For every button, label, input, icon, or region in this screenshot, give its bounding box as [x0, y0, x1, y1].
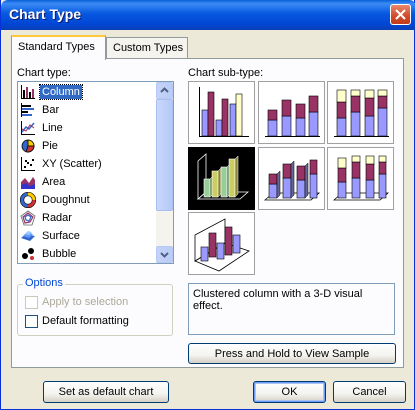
list-item-label: Area [42, 176, 66, 188]
title-bar[interactable]: Chart Type [1, 0, 415, 30]
ok-label: OK [281, 386, 298, 398]
cancel-label: Cancel [352, 386, 387, 398]
options-group [17, 284, 173, 336]
chart-type-dialog: Chart Type Standard Types Custom Types C… [0, 0, 415, 410]
list-item-pie[interactable]: Pie [18, 137, 156, 155]
view-sample-label: Press and Hold to View Sample [214, 347, 370, 360]
line-chart-icon [21, 121, 35, 135]
list-item-line[interactable]: Line [18, 119, 156, 137]
list-item-label: Surface [42, 230, 80, 242]
list-item-label: Bubble [42, 248, 77, 260]
subtype-3d-stacked-column[interactable] [258, 147, 325, 210]
surface-chart-icon [21, 231, 35, 241]
chart-subtype-label: Chart sub-type: [188, 67, 264, 79]
subtype-description-text: Clustered column with a 3-D visual effec… [193, 288, 363, 312]
list-item-area[interactable]: Area [18, 173, 156, 191]
window-title: Chart Type [9, 6, 82, 22]
list-item-label: Line [42, 122, 63, 134]
list-item-radar[interactable]: Radar [18, 209, 156, 227]
subtype-description: Clustered column with a 3-D visual effec… [188, 283, 395, 335]
chevron-down-icon [160, 252, 169, 258]
chevron-up-icon [160, 87, 169, 93]
subtype-clustered-column[interactable] [188, 81, 255, 144]
radar-chart-icon [20, 210, 36, 226]
3d-column-thumbnail [194, 218, 250, 272]
bar-chart-icon [21, 103, 34, 117]
3d-percent-stacked-column-thumbnail [332, 155, 390, 201]
tab-label: Standard Types [18, 41, 95, 53]
3d-stacked-column-thumbnail [263, 159, 321, 201]
chart-type-scrollbar[interactable] [156, 82, 173, 263]
set-default-chart-label: Set as default chart [58, 386, 154, 398]
apply-to-selection-label: Apply to selection [42, 296, 129, 308]
list-item-label: Bar [42, 104, 60, 116]
bubble-chart-icon [22, 248, 34, 260]
default-formatting-label: Default formatting [42, 315, 129, 327]
list-item-scatter[interactable]: XY (Scatter) [18, 155, 156, 173]
list-item-label: Doughnut [42, 194, 90, 206]
doughnut-chart-icon [20, 192, 36, 208]
list-item-label: Radar [42, 212, 72, 224]
percent-stacked-column-thumbnail [334, 89, 389, 137]
close-icon [395, 9, 406, 20]
view-sample-button[interactable]: Press and Hold to View Sample [188, 343, 396, 364]
default-formatting-checkbox[interactable] [25, 315, 38, 328]
chart-type-list[interactable]: Column Bar Line Pie XY (Scatter) Area Do… [17, 81, 174, 264]
subtype-stacked-column[interactable] [258, 81, 325, 144]
list-item-column[interactable]: Column [18, 83, 156, 101]
scroll-down-button[interactable] [156, 246, 173, 263]
scroll-thumb[interactable] [156, 99, 173, 211]
cancel-button[interactable]: Cancel [333, 381, 406, 403]
column-chart-icon [21, 85, 35, 99]
list-item-bubble[interactable]: Bubble [18, 245, 156, 263]
subtype-3d-column[interactable] [188, 212, 255, 275]
apply-to-selection-checkbox[interactable] [25, 296, 38, 309]
close-button[interactable] [390, 4, 411, 25]
list-item-surface[interactable]: Surface [18, 227, 156, 245]
list-item-label: Pie [42, 140, 58, 152]
clustered-column-thumbnail [199, 87, 249, 137]
3d-clustered-column-thumbnail [196, 153, 250, 200]
tab-custom-types[interactable]: Custom Types [106, 37, 188, 59]
list-item-bar[interactable]: Bar [18, 101, 156, 119]
stacked-column-thumbnail [265, 95, 320, 137]
scroll-up-button[interactable] [156, 82, 173, 99]
scatter-chart-icon [21, 157, 35, 171]
list-item-label: Column [39, 84, 83, 100]
subtype-3d-clustered-column[interactable] [188, 147, 255, 210]
options-group-title: Options [23, 277, 65, 289]
chart-type-label: Chart type: [17, 67, 71, 79]
tab-label: Custom Types [113, 42, 184, 54]
list-item-doughnut[interactable]: Doughnut [18, 191, 156, 209]
tab-standard-types[interactable]: Standard Types [11, 35, 106, 60]
subtype-3d-100-stacked-column[interactable] [327, 147, 394, 210]
ok-button[interactable]: OK [253, 381, 326, 403]
subtype-100-stacked-column[interactable] [327, 81, 394, 144]
pie-chart-icon [21, 139, 35, 153]
area-chart-icon [21, 177, 35, 189]
list-item-label: XY (Scatter) [42, 158, 102, 170]
set-default-chart-button[interactable]: Set as default chart [43, 381, 169, 403]
